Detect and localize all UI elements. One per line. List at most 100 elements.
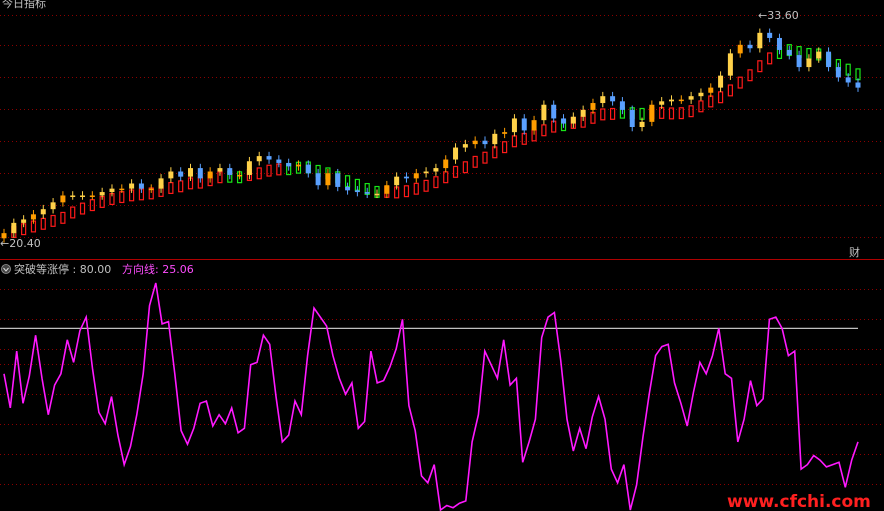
candle-body-16 bbox=[158, 178, 164, 189]
candle-body-45 bbox=[443, 159, 449, 169]
candle-body-53 bbox=[521, 118, 527, 131]
price-grid bbox=[0, 15, 884, 238]
candle-body-24 bbox=[237, 174, 243, 177]
candle-body-58 bbox=[570, 116, 576, 124]
candle-body-17 bbox=[168, 171, 174, 179]
candle-body-25 bbox=[246, 161, 252, 175]
candle-body-40 bbox=[394, 176, 400, 186]
candle-body-32 bbox=[315, 173, 321, 186]
candle-body-8 bbox=[80, 195, 86, 197]
candle-body-9 bbox=[89, 195, 95, 197]
candle-body-35 bbox=[345, 186, 351, 191]
band-segment-62 bbox=[609, 107, 616, 120]
candle-body-15 bbox=[148, 188, 154, 191]
candle-body-62 bbox=[610, 96, 616, 102]
candle-body-67 bbox=[659, 101, 665, 105]
indicator-panel: 突破等涨停 : 80.00 方向线: 25.06 bbox=[0, 262, 884, 511]
band-segment-71 bbox=[698, 100, 704, 113]
candle-body-65 bbox=[639, 121, 645, 127]
candle-body-74 bbox=[727, 53, 733, 76]
band-segment-75 bbox=[737, 76, 743, 89]
price-high-value: 33.60 bbox=[767, 9, 799, 22]
candle-body-42 bbox=[413, 173, 419, 179]
candle-body-31 bbox=[305, 164, 311, 174]
candle-body-79 bbox=[776, 37, 782, 50]
candle-body-82 bbox=[806, 58, 812, 68]
candle-body-77 bbox=[757, 32, 763, 49]
indicator-line-name: 方向线 bbox=[122, 262, 155, 276]
band-segment-67 bbox=[659, 106, 665, 119]
band-segment-48 bbox=[472, 155, 478, 168]
collapse-icon[interactable] bbox=[1, 264, 11, 274]
candle-body-78 bbox=[767, 32, 773, 38]
candle-body-13 bbox=[129, 183, 135, 189]
candle-body-18 bbox=[178, 171, 184, 177]
candle-body-86 bbox=[845, 77, 851, 83]
candle-body-87 bbox=[855, 82, 861, 88]
watermark: www.cfchi.com bbox=[727, 492, 871, 511]
candle-body-57 bbox=[561, 118, 567, 124]
candle-body-20 bbox=[197, 168, 203, 179]
band-segment-27 bbox=[266, 164, 272, 177]
candle-body-71 bbox=[698, 92, 704, 97]
candle-body-69 bbox=[678, 99, 684, 102]
indicator-name: 突破等涨停 : 80.00 bbox=[14, 262, 111, 276]
candle-body-80 bbox=[786, 49, 792, 56]
band-segment-18 bbox=[178, 180, 184, 193]
candle-body-75 bbox=[737, 44, 743, 54]
band-segment-50 bbox=[492, 146, 498, 159]
candle-body-56 bbox=[551, 104, 557, 119]
price-low-label: ←20.40 bbox=[0, 237, 41, 250]
candle-body-55 bbox=[541, 104, 547, 121]
price-high-label: ←33.60 bbox=[758, 9, 799, 22]
candlesticks bbox=[1, 28, 861, 243]
band-segment-41 bbox=[403, 185, 410, 198]
price-low-value: 20.40 bbox=[9, 237, 41, 250]
band-segment-4 bbox=[40, 217, 46, 230]
candle-body-46 bbox=[453, 147, 459, 160]
candle-body-12 bbox=[119, 188, 125, 191]
band-segment-49 bbox=[482, 151, 488, 164]
band-segment-17 bbox=[168, 182, 174, 195]
band-segment-6 bbox=[60, 211, 66, 224]
candle-body-60 bbox=[590, 103, 596, 110]
band-segment-72 bbox=[708, 95, 714, 108]
candle-body-70 bbox=[688, 96, 694, 100]
candle-body-26 bbox=[256, 156, 262, 162]
candle-body-1 bbox=[11, 222, 17, 234]
candle-body-54 bbox=[531, 120, 537, 131]
indicator-name-text: 突破等涨停 bbox=[14, 262, 69, 276]
candle-body-34 bbox=[335, 173, 341, 187]
candle-body-27 bbox=[266, 156, 272, 160]
indicator-level-value: 80.00 bbox=[80, 263, 112, 276]
band-segment-42 bbox=[413, 182, 419, 195]
band-segment-73 bbox=[717, 91, 724, 104]
price-panel-title: 今日指标 bbox=[2, 0, 46, 10]
band-segment-7 bbox=[70, 206, 76, 219]
band-segment-74 bbox=[727, 84, 733, 97]
price-panel: 今日指标 ←33.60 ←20.40 财 bbox=[0, 0, 884, 259]
candle-body-48 bbox=[472, 140, 478, 145]
band-segment-5 bbox=[50, 214, 56, 227]
candle-body-61 bbox=[600, 96, 606, 104]
band-segment-76 bbox=[747, 69, 753, 82]
corner-label: 财 bbox=[849, 245, 860, 259]
band-segment-51 bbox=[502, 141, 508, 154]
candle-body-59 bbox=[580, 109, 586, 117]
band-segment-52 bbox=[511, 135, 518, 148]
candle-body-44 bbox=[433, 168, 439, 172]
candle-body-68 bbox=[668, 99, 674, 102]
band-segment-8 bbox=[79, 202, 86, 215]
candle-body-14 bbox=[138, 183, 144, 189]
candle-body-64 bbox=[629, 109, 635, 127]
candle-body-66 bbox=[649, 104, 655, 122]
candle-body-51 bbox=[502, 132, 508, 134]
candle-body-11 bbox=[109, 188, 115, 193]
candle-body-36 bbox=[354, 190, 360, 193]
candle-body-19 bbox=[188, 168, 194, 177]
candle-body-73 bbox=[718, 75, 724, 88]
candle-body-3 bbox=[30, 214, 36, 220]
candle-body-2 bbox=[21, 219, 27, 223]
chart-canvas: 今日指标 ←33.60 ←20.40 财 突破等涨停 : 80.00 方向线: … bbox=[0, 0, 884, 511]
candle-body-4 bbox=[40, 209, 46, 215]
